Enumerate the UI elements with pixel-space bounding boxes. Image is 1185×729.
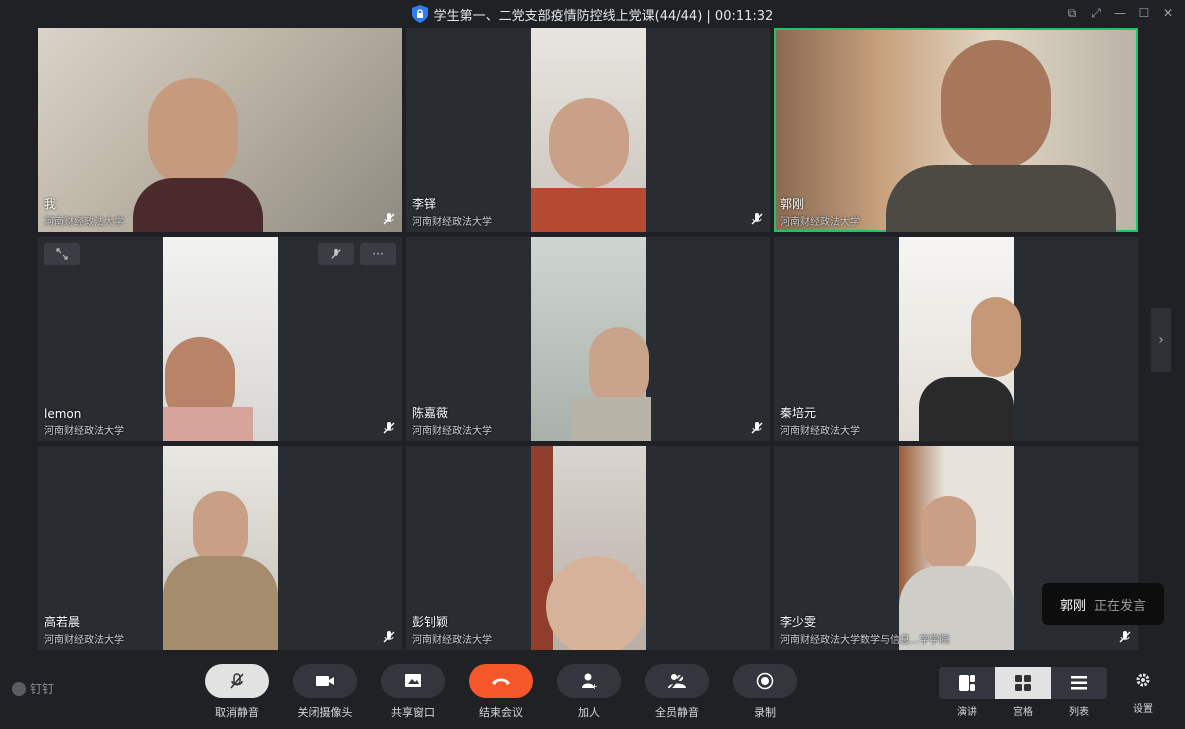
record-icon	[756, 672, 774, 690]
share-window-button[interactable]: 共享窗口	[381, 664, 445, 720]
add-people-label: 加人	[578, 706, 600, 719]
participant-video	[163, 446, 278, 650]
speaking-indicator: 郭刚 正在发言	[1042, 583, 1164, 625]
participant-name: 我	[44, 197, 57, 211]
mic-off-icon	[751, 422, 763, 434]
speaker-name: 郭刚	[1059, 598, 1086, 614]
participant-org: 河南财经政法大学	[412, 217, 492, 228]
record-button[interactable]: 录制	[733, 664, 797, 720]
dingtalk-icon	[12, 681, 26, 696]
participant-video	[531, 446, 646, 650]
grid-layout-icon	[1015, 675, 1031, 691]
video-tile[interactable]: ··· lemon 河南财经政法大学	[38, 237, 402, 441]
tile-mute-button[interactable]	[318, 243, 354, 265]
video-tile[interactable]: 秦培元 河南财经政法大学	[774, 237, 1138, 441]
settings-label: 设置	[1133, 704, 1153, 715]
grid-view-button[interactable]	[995, 667, 1051, 699]
end-meeting-label: 结束会议	[479, 706, 523, 719]
video-tile[interactable]: 高若晨 河南财经政法大学	[38, 446, 402, 650]
mute-all-button[interactable]: 全员静音	[645, 664, 709, 720]
share-screen-icon	[405, 674, 421, 687]
brand-logo: 钉钉	[12, 680, 54, 697]
video-camera-icon	[316, 676, 334, 686]
svg-text:+: +	[591, 682, 598, 690]
mic-off-icon	[1119, 631, 1131, 643]
speaker-layout-icon	[959, 675, 975, 691]
participant-org: 河南财经政法大学	[780, 217, 860, 228]
mic-off-icon	[383, 422, 395, 434]
end-meeting-button[interactable]: 结束会议	[469, 664, 533, 720]
video-tile[interactable]: 李铎 河南财经政法大学	[406, 28, 770, 232]
list-layout-icon	[1071, 676, 1087, 690]
video-tile[interactable]: 我 河南财经政法大学	[38, 28, 402, 232]
participant-org: 河南财经政法大学	[780, 426, 860, 437]
participant-video	[531, 237, 651, 441]
grid-view-label: 宫格	[1013, 707, 1033, 718]
add-people-button[interactable]: + 加人	[557, 664, 621, 720]
participant-org: 河南财经政法大学	[44, 635, 124, 646]
maximize-icon[interactable]: ☐	[1137, 6, 1151, 20]
participant-name: 李少雯	[780, 615, 817, 629]
participant-name: 陈嘉薇	[412, 406, 449, 420]
mic-off-icon	[383, 213, 395, 225]
participant-org: 河南财经政法大学数学与信息...学学院	[780, 635, 950, 646]
participant-video	[899, 446, 1014, 650]
participant-name: 高若晨	[44, 615, 81, 629]
tile-more-button[interactable]: ···	[360, 243, 396, 265]
lock-shield-icon	[411, 5, 428, 23]
camera-off-label: 关闭摄像头	[297, 706, 353, 719]
add-person-icon: +	[582, 673, 598, 690]
participant-name: 李铎	[412, 197, 437, 211]
mic-off-icon	[751, 213, 763, 225]
participant-video	[776, 30, 1136, 232]
participant-video	[899, 237, 1021, 441]
mute-all-label: 全员静音	[655, 706, 699, 719]
mute-all-icon	[668, 672, 686, 690]
video-tile[interactable]: 彭钊颖 河南财经政法大学	[406, 446, 770, 650]
share-window-label: 共享窗口	[391, 706, 435, 719]
list-view-button[interactable]	[1051, 667, 1107, 699]
unmute-label: 取消静音	[215, 706, 259, 719]
list-view-label: 列表	[1069, 707, 1089, 718]
participant-name: 彭钊颖	[412, 615, 449, 629]
speaker-view-button[interactable]	[939, 667, 995, 699]
close-icon[interactable]: ✕	[1161, 6, 1175, 20]
hang-up-icon	[492, 678, 510, 685]
mic-off-icon	[383, 631, 395, 643]
participant-org: 河南财经政法大学	[412, 635, 492, 646]
record-label: 录制	[754, 706, 776, 719]
fullscreen-icon[interactable]: ⤢	[1089, 6, 1103, 20]
next-page-arrow[interactable]: ›	[1151, 308, 1171, 372]
unmute-button[interactable]: 取消静音	[205, 664, 269, 720]
mic-off-icon	[331, 248, 341, 259]
video-tile-active-speaker[interactable]: 郭刚 河南财经政法大学	[774, 28, 1138, 232]
gear-icon	[1136, 673, 1150, 687]
settings-button[interactable]: 设置	[1128, 672, 1158, 715]
camera-off-button[interactable]: 关闭摄像头	[293, 664, 357, 720]
view-mode-group	[939, 667, 1107, 699]
brand-label: 钉钉	[30, 682, 55, 696]
participant-org: 河南财经政法大学	[44, 426, 124, 437]
speaker-view-label: 演讲	[957, 707, 977, 718]
participant-org: 河南财经政法大学	[44, 217, 124, 228]
expand-icon	[56, 248, 68, 260]
picture-in-picture-icon[interactable]: ⧉	[1065, 6, 1079, 20]
participant-name: lemon	[44, 407, 82, 421]
expand-tile-button[interactable]	[44, 243, 80, 265]
speaking-status: 正在发言	[1094, 598, 1147, 614]
participant-video	[531, 28, 646, 232]
minimize-icon[interactable]: —	[1113, 6, 1127, 20]
participant-video	[163, 237, 278, 441]
participant-name: 秦培元	[780, 406, 817, 420]
title-bar: 学生第一、二党支部疫情防控线上党课(44/44) | 00:11:32 ⧉ ⤢ …	[0, 0, 1185, 28]
video-grid: 我 河南财经政法大学 李铎 河南财经政法大学 郭刚 河南财经政法大学 ··· l…	[38, 28, 1138, 650]
participant-name: 郭刚	[780, 197, 805, 211]
participant-org: 河南财经政法大学	[412, 426, 492, 437]
video-tile[interactable]: 陈嘉薇 河南财经政法大学	[406, 237, 770, 441]
mic-off-icon	[230, 673, 244, 689]
window-title: 学生第一、二党支部疫情防控线上党课(44/44) | 00:11:32	[433, 8, 774, 24]
chevron-right-icon: ›	[1158, 332, 1164, 348]
participant-video	[38, 28, 402, 232]
